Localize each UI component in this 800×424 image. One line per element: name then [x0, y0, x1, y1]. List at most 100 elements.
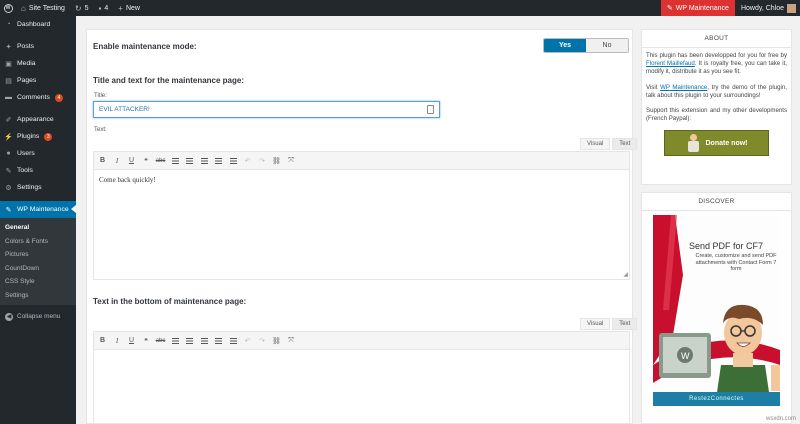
tab-visual[interactable]: Visual: [580, 318, 611, 330]
sidebar-item-tools[interactable]: ✎ Tools: [0, 162, 76, 179]
settings-panel: Enable maintenance mode: Yes No Title an…: [86, 29, 638, 424]
toggle-yes-button[interactable]: Yes: [544, 39, 586, 52]
align-left-icon[interactable]: [200, 336, 209, 346]
users-icon: ●: [6, 150, 11, 157]
comments-badge: 4: [54, 93, 63, 102]
maintenance-status-link[interactable]: ✎ WP Maintenance: [660, 0, 735, 16]
blockquote-icon[interactable]: ❝: [142, 156, 151, 166]
updates-link[interactable]: ↻ 5: [70, 0, 94, 16]
fullscreen-icon[interactable]: ⤧: [287, 156, 296, 166]
about-box: ABOUT This plugin has been developped fo…: [641, 29, 792, 185]
align-center-icon[interactable]: [214, 156, 223, 166]
tab-text[interactable]: Text: [612, 318, 638, 330]
bold-icon[interactable]: B: [98, 336, 107, 346]
editor-tabs-bottom: Visual Text: [580, 318, 638, 330]
comments-link[interactable]: ▪ 4: [94, 0, 114, 16]
editor-tabs: Visual Text: [580, 138, 638, 150]
section-title: Title and text for the maintenance page:: [93, 76, 244, 85]
blockquote-icon[interactable]: ❝: [142, 336, 151, 346]
plugin-link[interactable]: WP Maintenance: [660, 84, 707, 91]
fullscreen-icon[interactable]: ⤧: [287, 336, 296, 346]
donate-label: Donate now!: [705, 139, 748, 147]
align-left-icon[interactable]: [200, 156, 209, 166]
updates-count: 5: [84, 4, 89, 12]
discover-heading: DISCOVER: [642, 193, 791, 211]
bullet-list-icon[interactable]: [171, 336, 180, 346]
strikethrough-icon[interactable]: abc: [156, 336, 166, 346]
submenu-css-style[interactable]: CSS Style: [0, 275, 76, 289]
discover-box: DISCOVER W Send PDF for CF7 Create, cust…: [641, 192, 792, 424]
sidebar-item-dashboard[interactable]: ◔ Dashboard: [0, 16, 76, 33]
sidebar-item-label: Users: [17, 150, 35, 157]
toggle-no-button[interactable]: No: [586, 39, 628, 52]
sidebar-item-users[interactable]: ● Users: [0, 145, 76, 162]
title-input[interactable]: EVIL ATTACKER!: [93, 101, 440, 118]
underline-icon[interactable]: U: [127, 156, 136, 166]
redo-icon[interactable]: ↷: [258, 336, 267, 346]
avatar: [787, 3, 796, 13]
resize-handle-icon[interactable]: ◢: [623, 271, 628, 278]
link-icon[interactable]: ⛓: [272, 156, 281, 166]
author-link[interactable]: Florent Maillefaud: [646, 60, 695, 67]
account-menu[interactable]: Howdy, Chloe: [735, 0, 800, 16]
tab-text[interactable]: Text: [612, 138, 638, 150]
redo-icon[interactable]: ↷: [258, 156, 267, 166]
editor-content-area[interactable]: [94, 350, 629, 424]
editor-content-area[interactable]: Come back quickly! ◢: [94, 170, 629, 279]
strikethrough-icon[interactable]: abc: [156, 156, 166, 166]
sidebar-item-plugins[interactable]: ⚡ Plugins 3: [0, 128, 76, 145]
submenu-general[interactable]: General: [0, 221, 76, 235]
numbered-list-icon[interactable]: [185, 336, 194, 346]
numbered-list-icon[interactable]: [185, 156, 194, 166]
submenu-pictures[interactable]: Pictures: [0, 248, 76, 262]
submenu-settings[interactable]: Settings: [0, 289, 76, 303]
title-field-label: Title:: [94, 93, 107, 99]
about-text: This plugin has been developped for you …: [646, 52, 787, 123]
sidebar-item-settings[interactable]: ⚙ Settings: [0, 179, 76, 196]
sidebar-item-label: Comments: [17, 94, 50, 101]
align-right-icon[interactable]: [229, 336, 238, 346]
sidebar-item-appearance[interactable]: ✐ Appearance: [0, 111, 76, 128]
page-icon: ▤: [5, 77, 12, 85]
bullet-list-icon[interactable]: [171, 156, 180, 166]
site-name: Site Testing: [28, 4, 65, 12]
bold-icon[interactable]: B: [98, 156, 107, 166]
sidebar-item-comments[interactable]: ▬ Comments 4: [0, 89, 76, 106]
link-icon[interactable]: ⛓: [272, 336, 281, 346]
italic-icon[interactable]: I: [113, 156, 122, 166]
align-center-icon[interactable]: [214, 336, 223, 346]
submenu-countdown[interactable]: CountDown: [0, 262, 76, 276]
pin-icon: ✦: [5, 43, 12, 51]
editor-toolbar: B I U ❝ abc ↶ ↷ ⛓ ⤧: [94, 332, 629, 350]
italic-icon[interactable]: I: [113, 336, 122, 346]
sidebar-item-wp-maintenance[interactable]: ✎ WP Maintenance: [0, 201, 76, 218]
align-right-icon[interactable]: [229, 156, 238, 166]
maintenance-label: WP Maintenance: [675, 4, 729, 12]
collapse-menu-button[interactable]: ◀ Collapse menu: [0, 308, 76, 325]
donate-button[interactable]: Donate now!: [664, 130, 769, 157]
tab-visual[interactable]: Visual: [580, 138, 611, 150]
about-heading: ABOUT: [642, 30, 791, 48]
text-editor: B I U ❝ abc ↶ ↷ ⛓ ⤧ Come back quickly! ◢: [93, 151, 630, 280]
undo-icon[interactable]: ↶: [243, 336, 252, 346]
plug-icon: ⚡: [4, 133, 13, 141]
discover-ad-banner[interactable]: W Send PDF for CF7 Create, customize and…: [653, 215, 780, 406]
sidebar-item-media[interactable]: ▣ Media: [0, 55, 76, 72]
underline-icon[interactable]: U: [127, 336, 136, 346]
comments-count: 4: [104, 4, 109, 12]
site-name-link[interactable]: ⌂ Site Testing: [16, 0, 70, 16]
plugins-badge: 3: [44, 132, 53, 141]
plus-icon: +: [118, 3, 123, 13]
ad-subtitle: Create, customize and send PDF attachmen…: [695, 253, 777, 272]
ad-footer: RestezConnectes: [653, 392, 780, 406]
submenu-colors-fonts[interactable]: Colors & Fonts: [0, 235, 76, 249]
sidebar-item-pages[interactable]: ▤ Pages: [0, 72, 76, 89]
undo-icon[interactable]: ↶: [243, 156, 252, 166]
new-content-link[interactable]: + New: [113, 0, 145, 16]
brush-icon: ✐: [5, 116, 12, 124]
sidebar-item-posts[interactable]: ✦ Posts: [0, 38, 76, 55]
maintenance-submenu: General Colors & Fonts Pictures CountDow…: [0, 218, 76, 305]
collapse-arrow-icon: ◀: [5, 312, 13, 321]
wordpress-logo-menu[interactable]: W: [0, 0, 16, 16]
wrench-icon: ✎: [5, 206, 12, 214]
